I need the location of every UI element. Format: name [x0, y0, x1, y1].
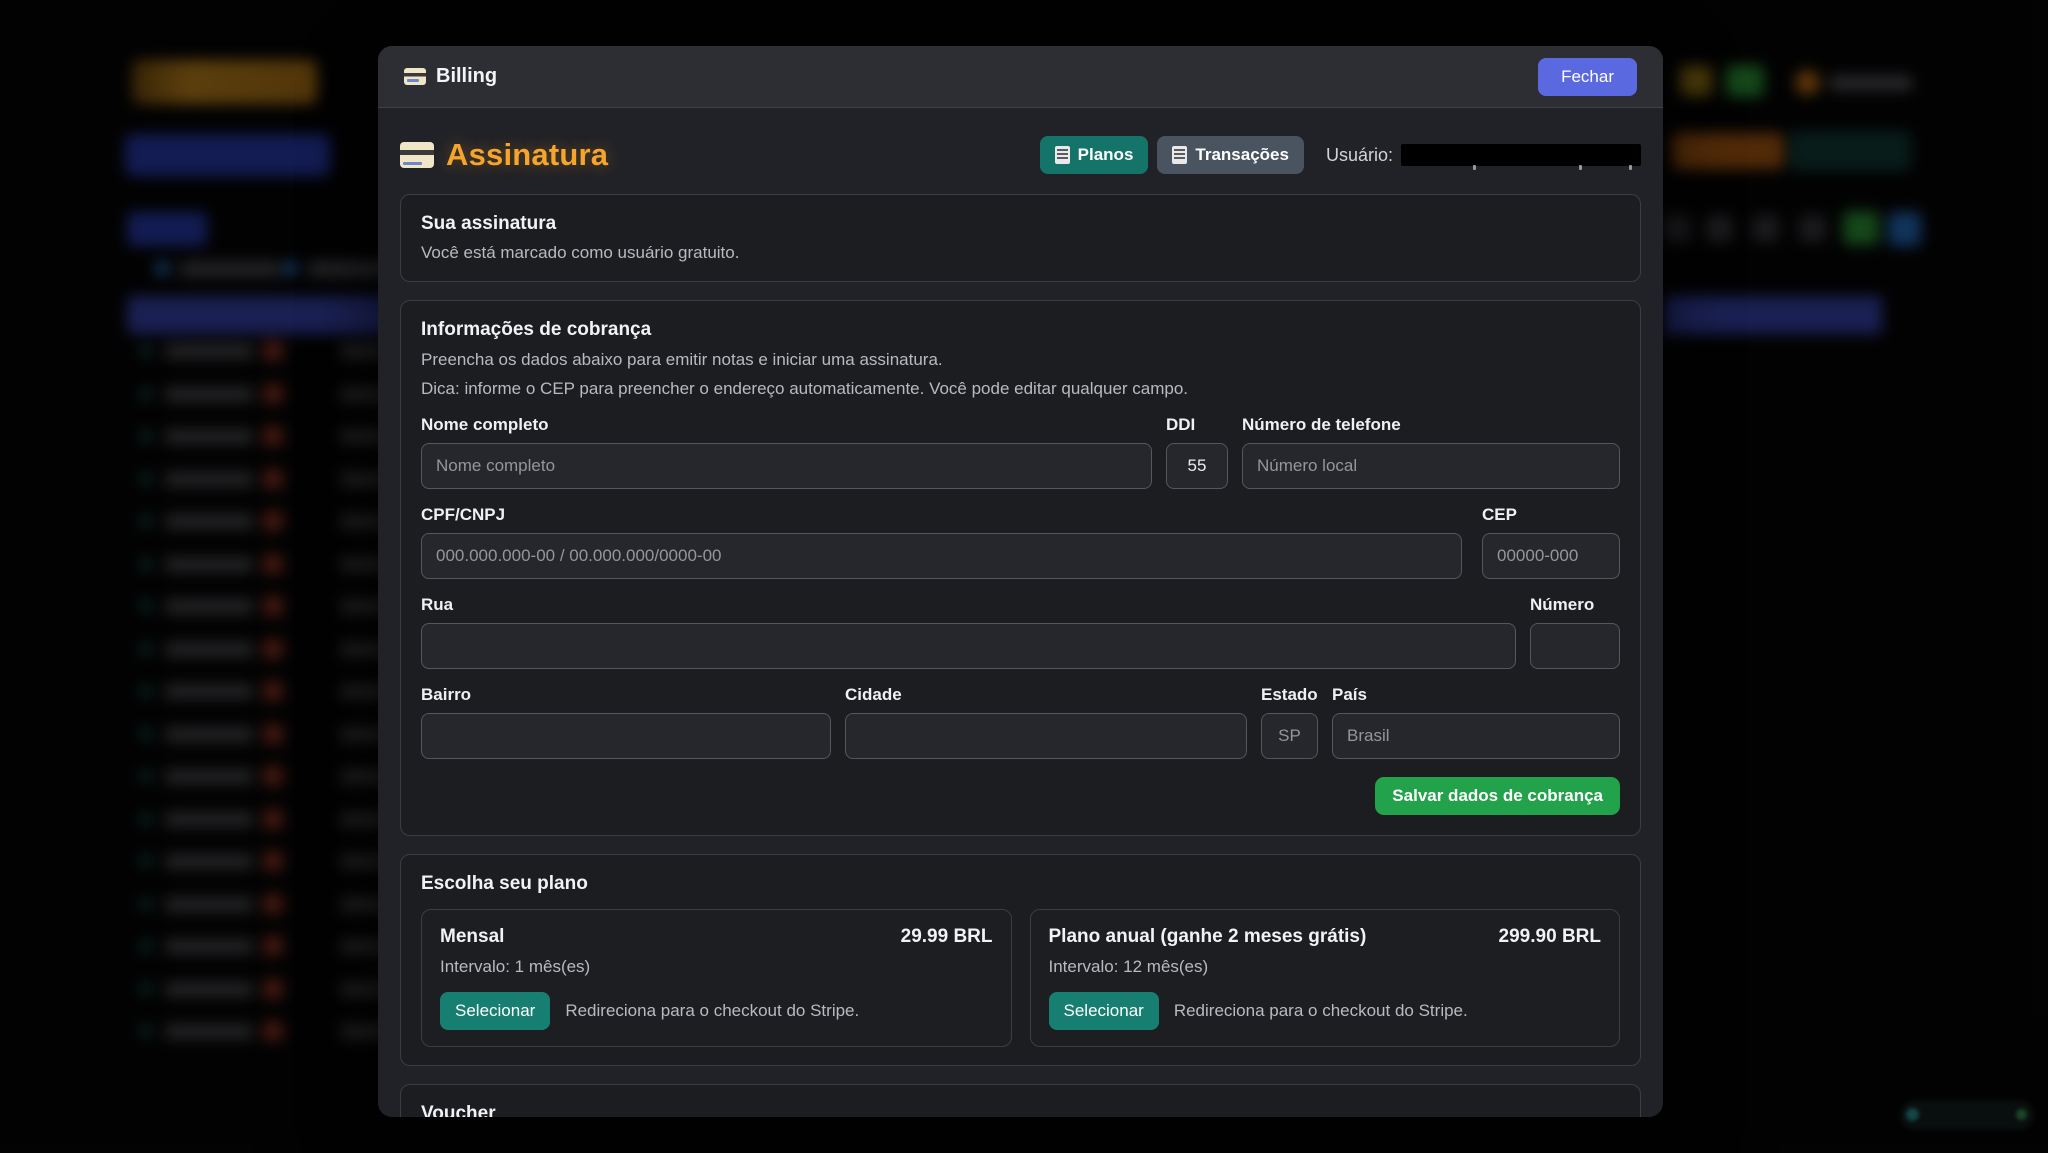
cpf-cnpj-input[interactable]: [421, 533, 1462, 579]
plan-interval: Intervalo: 12 mês(es): [1049, 957, 1602, 977]
plan-price: 299.90 BRL: [1499, 926, 1601, 948]
plan-note: Redireciona para o checkout do Stripe.: [565, 1001, 859, 1021]
estado-input[interactable]: [1261, 713, 1318, 759]
plan-interval: Intervalo: 1 mês(es): [440, 957, 993, 977]
receipt-icon: [1055, 146, 1070, 164]
billing-info-description: Preencha os dados abaixo para emitir not…: [421, 350, 1620, 370]
cep-input[interactable]: [1482, 533, 1620, 579]
modal-header: Billing Fechar: [378, 46, 1663, 108]
field-cpf-cnpj: CPF/CNPJ: [421, 489, 1462, 579]
cep-label: CEP: [1482, 505, 1620, 525]
select-plan-button[interactable]: Selecionar: [1049, 992, 1159, 1030]
estado-label: Estado: [1261, 685, 1318, 705]
tab-transacoes-label: Transações: [1195, 145, 1289, 165]
numero-label: Número: [1530, 595, 1620, 615]
tab-planos-label: Planos: [1078, 145, 1134, 165]
field-ddi: DDI: [1166, 399, 1228, 489]
modal-title-text: Billing: [436, 65, 497, 88]
plan-card-mensal: Mensal 29.99 BRL Intervalo: 1 mês(es) Se…: [421, 909, 1012, 1047]
plan-name: Plano anual (ganhe 2 meses grátis): [1049, 926, 1367, 948]
pais-input[interactable]: [1332, 713, 1620, 759]
rua-label: Rua: [421, 595, 1516, 615]
user-line: Usuário:: [1326, 144, 1641, 166]
subscription-title-row: Assinatura Planos Transações Usuário:: [400, 132, 1641, 194]
nome-completo-label: Nome completo: [421, 415, 1152, 435]
subscription-status-text: Você está marcado como usuário gratuito.: [421, 243, 1620, 263]
credit-card-icon: [404, 68, 426, 85]
field-bairro: Bairro: [421, 669, 831, 759]
field-numero: Número: [1530, 579, 1620, 669]
modal-body: Assinatura Planos Transações Usuário: Su…: [378, 108, 1663, 1117]
numero-input[interactable]: [1530, 623, 1620, 669]
field-nome-completo: Nome completo: [421, 399, 1152, 489]
page-title: Assinatura: [400, 137, 608, 173]
cidade-label: Cidade: [845, 685, 1247, 705]
field-estado: Estado: [1261, 669, 1318, 759]
plans-card: Escolha seu plano Mensal 29.99 BRL Inter…: [400, 854, 1641, 1066]
telefone-input[interactable]: [1242, 443, 1620, 489]
ddi-label: DDI: [1166, 415, 1228, 435]
modal-title: Billing: [404, 65, 497, 88]
voucher-card: Voucher: [400, 1084, 1641, 1117]
field-cidade: Cidade: [845, 669, 1247, 759]
save-billing-button[interactable]: Salvar dados de cobrança: [1375, 777, 1620, 815]
cidade-input[interactable]: [845, 713, 1247, 759]
voucher-title: Voucher: [421, 1103, 1620, 1117]
bairro-input[interactable]: [421, 713, 831, 759]
billing-info-title: Informações de cobrança: [421, 319, 1620, 341]
ddi-input[interactable]: [1166, 443, 1228, 489]
tab-planos[interactable]: Planos: [1040, 136, 1149, 174]
redacted-user-email: [1401, 144, 1641, 166]
close-button[interactable]: Fechar: [1538, 58, 1637, 96]
select-plan-button[interactable]: Selecionar: [440, 992, 550, 1030]
bairro-label: Bairro: [421, 685, 831, 705]
user-label: Usuário:: [1326, 145, 1393, 166]
plan-price: 29.99 BRL: [901, 926, 993, 948]
page-title-text: Assinatura: [446, 137, 608, 173]
rua-input[interactable]: [421, 623, 1516, 669]
subscription-status-title: Sua assinatura: [421, 213, 1620, 235]
subscription-status-card: Sua assinatura Você está marcado como us…: [400, 194, 1641, 282]
billing-info-card: Informações de cobrança Preencha os dado…: [400, 300, 1641, 836]
receipt-icon: [1172, 146, 1187, 164]
plans-title: Escolha seu plano: [421, 873, 1620, 895]
telefone-label: Número de telefone: [1242, 415, 1620, 435]
billing-modal: Billing Fechar Assinatura Planos Transaç…: [378, 46, 1663, 1117]
nome-completo-input[interactable]: [421, 443, 1152, 489]
billing-info-hint: Dica: informe o CEP para preencher o end…: [421, 379, 1620, 399]
credit-card-icon: [400, 142, 434, 168]
tab-transacoes[interactable]: Transações: [1157, 136, 1304, 174]
field-cep: CEP: [1482, 489, 1620, 579]
field-rua: Rua: [421, 579, 1516, 669]
plan-name: Mensal: [440, 926, 504, 948]
field-pais: País: [1332, 669, 1620, 759]
plan-note: Redireciona para o checkout do Stripe.: [1174, 1001, 1468, 1021]
field-telefone: Número de telefone: [1242, 399, 1620, 489]
plan-card-anual: Plano anual (ganhe 2 meses grátis) 299.9…: [1030, 909, 1621, 1047]
pais-label: País: [1332, 685, 1620, 705]
cpf-cnpj-label: CPF/CNPJ: [421, 505, 1462, 525]
